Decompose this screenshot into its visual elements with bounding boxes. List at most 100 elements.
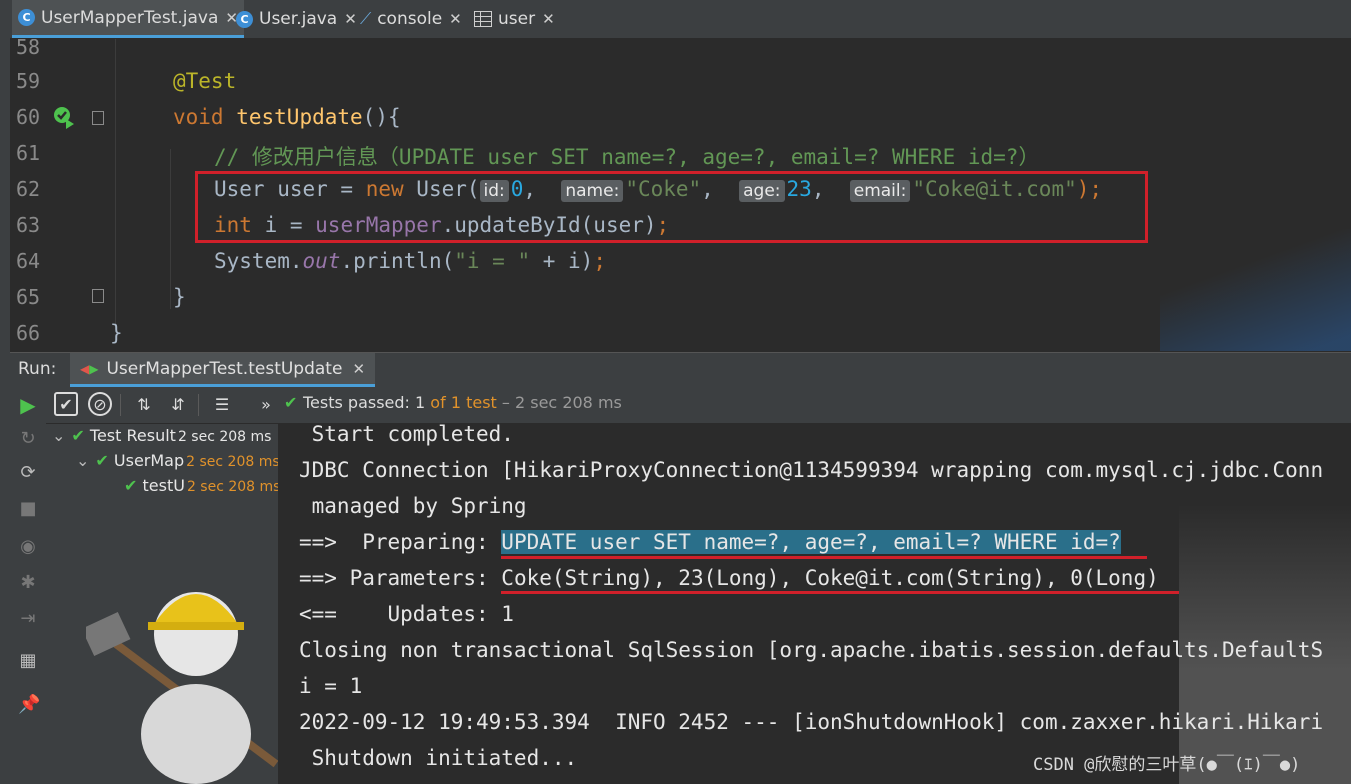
code-line-61: // 修改用户信息（UPDATE user SET name=?, age=?,…	[214, 141, 1039, 171]
editor-tab-bar: C UserMapperTest.java ✕ C User.java ✕ ⟋ …	[0, 0, 1351, 39]
check-icon: ✔	[95, 451, 109, 470]
indent-guide	[170, 149, 171, 309]
sort-alpha-icon[interactable]: ⇅	[132, 392, 156, 416]
console-line: 2022-09-12 19:49:53.394 INFO 2452 --- [i…	[299, 710, 1324, 734]
passed-count: 1	[415, 393, 426, 412]
sql-console-icon: ⟋	[360, 9, 372, 28]
line-number: 59	[16, 69, 41, 93]
java-class-icon: C	[18, 9, 35, 26]
line-number: 66	[16, 321, 41, 345]
highlight-box	[195, 171, 1148, 243]
check-icon: ✔	[59, 394, 73, 414]
tree-item-time: 2 sec 208 ms	[177, 429, 272, 445]
expand-all-icon[interactable]: ☰	[210, 392, 234, 416]
java-class-icon: C	[236, 10, 253, 28]
tab-user-table[interactable]: user ✕	[474, 0, 555, 38]
fold-icon[interactable]	[92, 289, 104, 303]
show-passed-button[interactable]: ✔	[54, 392, 78, 416]
test-run-icon: ◀▶	[80, 361, 99, 376]
chevron-down-icon[interactable]: ⌄	[76, 451, 89, 470]
more-icon[interactable]: »	[254, 392, 278, 416]
underline-highlight	[501, 556, 1147, 559]
code-text: ;	[593, 249, 606, 273]
code-text: .println(	[340, 249, 455, 273]
camera-icon[interactable]: ◉	[18, 537, 38, 557]
tab-usermappertest[interactable]: C UserMapperTest.java ✕	[12, 0, 244, 38]
log-prefix: ==> Preparing:	[299, 530, 502, 554]
separator	[120, 394, 121, 416]
rerun-failed-icon[interactable]: ↻	[18, 429, 38, 449]
log-prefix: ==> Parameters:	[299, 566, 502, 590]
close-icon[interactable]: ✕	[542, 10, 555, 28]
tree-item-testupdate[interactable]: ✔ testU 2 sec 208 ms	[124, 476, 279, 495]
code-editor[interactable]: 58 59 60 61 62 63 64 65 66 @Test void te…	[10, 39, 1351, 351]
line-number: 63	[16, 213, 41, 237]
console-line-preparing: ==> Preparing: UPDATE user SET name=?, a…	[299, 530, 1121, 554]
code-text: }	[173, 285, 186, 309]
test-toolbar: ✔ ⊘ ⇅ ⇵ ☰ » ✔ Tests passed: 1 of 1 test …	[46, 387, 1351, 424]
show-ignored-button[interactable]: ⊘	[88, 392, 112, 416]
code-background-art	[1160, 229, 1351, 351]
background-character-image	[81, 564, 278, 784]
console-line: JDBC Connection [HikariProxyConnection@1…	[299, 458, 1324, 482]
chevron-down-icon[interactable]: ⌄	[52, 426, 65, 445]
rerun-icon[interactable]: ▶	[18, 395, 38, 415]
tab-label: UserMapperTest.java	[41, 7, 219, 28]
console-line: i = 1	[299, 674, 363, 698]
tab-label: user	[498, 9, 536, 29]
console-output[interactable]: Start completed. JDBC Connection [Hikari…	[279, 424, 1351, 784]
tree-item-usermapper[interactable]: ⌄ ✔ UserMap 2 sec 208 ms	[76, 451, 279, 470]
total-count: 1 test	[450, 393, 497, 412]
layout-icon[interactable]: ▦	[18, 651, 38, 671]
code-text: + i)	[530, 249, 594, 273]
tab-user-java[interactable]: C User.java ✕	[236, 0, 357, 38]
tree-item-test-result[interactable]: ⌄ ✔ Test Result 2 sec 208 ms	[52, 426, 271, 445]
annotation: @Test	[173, 69, 237, 93]
line-number: 62	[16, 177, 41, 201]
tab-label: User.java	[259, 9, 338, 29]
line-number: 61	[16, 141, 41, 165]
tree-item-time: 2 sec 208 ms	[186, 454, 279, 470]
sql-parameters: Coke(String), 23(Long), Coke@it.com(Stri…	[501, 566, 1159, 590]
line-number: 65	[16, 285, 41, 309]
indent-guide	[115, 39, 116, 329]
console-line: <== Updates: 1	[299, 602, 514, 626]
run-vertical-toolbar: ▶ ↻ ⟳ ■ ◉ ✱ ⇥ ▦ 📌	[10, 387, 46, 784]
code-text: (){	[362, 105, 401, 129]
string-literal: "i = "	[454, 249, 531, 273]
code-line-64: System.out.println("i = " + i);	[214, 249, 606, 273]
status-prefix: Tests passed:	[302, 393, 416, 412]
tree-item-label: Test Result	[89, 426, 176, 445]
close-icon[interactable]: ✕	[352, 360, 365, 378]
code-line-66: }	[110, 321, 123, 345]
fold-icon[interactable]	[92, 111, 104, 125]
toggle-auto-test-icon[interactable]: ⟳	[18, 463, 38, 483]
run-tab-testupdate[interactable]: ◀▶ UserMapperTest.testUpdate ✕	[70, 353, 376, 387]
code-text: }	[110, 321, 123, 345]
tab-console[interactable]: ⟋ console ✕	[360, 0, 462, 38]
tree-item-label: testU	[142, 476, 185, 495]
debug-icon[interactable]: ✱	[18, 573, 38, 593]
line-number: 64	[16, 249, 41, 273]
console-line: Closing non transactional SqlSession [or…	[299, 638, 1324, 662]
separator	[198, 394, 199, 416]
line-number: 60	[16, 105, 41, 129]
close-icon[interactable]: ✕	[449, 10, 462, 28]
run-test-icon[interactable]	[52, 105, 76, 129]
keyword: void	[173, 105, 224, 129]
method-name: testUpdate	[236, 105, 363, 129]
close-icon[interactable]: ✕	[344, 10, 357, 28]
comment: // 修改用户信息（UPDATE user SET name=?, age=?,…	[214, 145, 1040, 169]
console-line-parameters: ==> Parameters: Coke(String), 23(Long), …	[299, 566, 1159, 590]
run-tab-label: UserMapperTest.testUpdate	[106, 358, 343, 379]
tree-item-time: 2 sec 208 ms	[186, 479, 279, 495]
stop-icon[interactable]: ■	[18, 499, 38, 519]
console-line: Start completed.	[299, 424, 514, 446]
console-line: managed by Spring	[299, 494, 527, 518]
exit-icon[interactable]: ⇥	[18, 609, 38, 629]
check-icon: ✔	[71, 426, 85, 445]
console-line: Shutdown initiated...	[299, 746, 578, 770]
sort-duration-icon[interactable]: ⇵	[166, 392, 190, 416]
pin-icon[interactable]: 📌	[18, 695, 40, 715]
check-icon: ✔	[124, 476, 138, 495]
